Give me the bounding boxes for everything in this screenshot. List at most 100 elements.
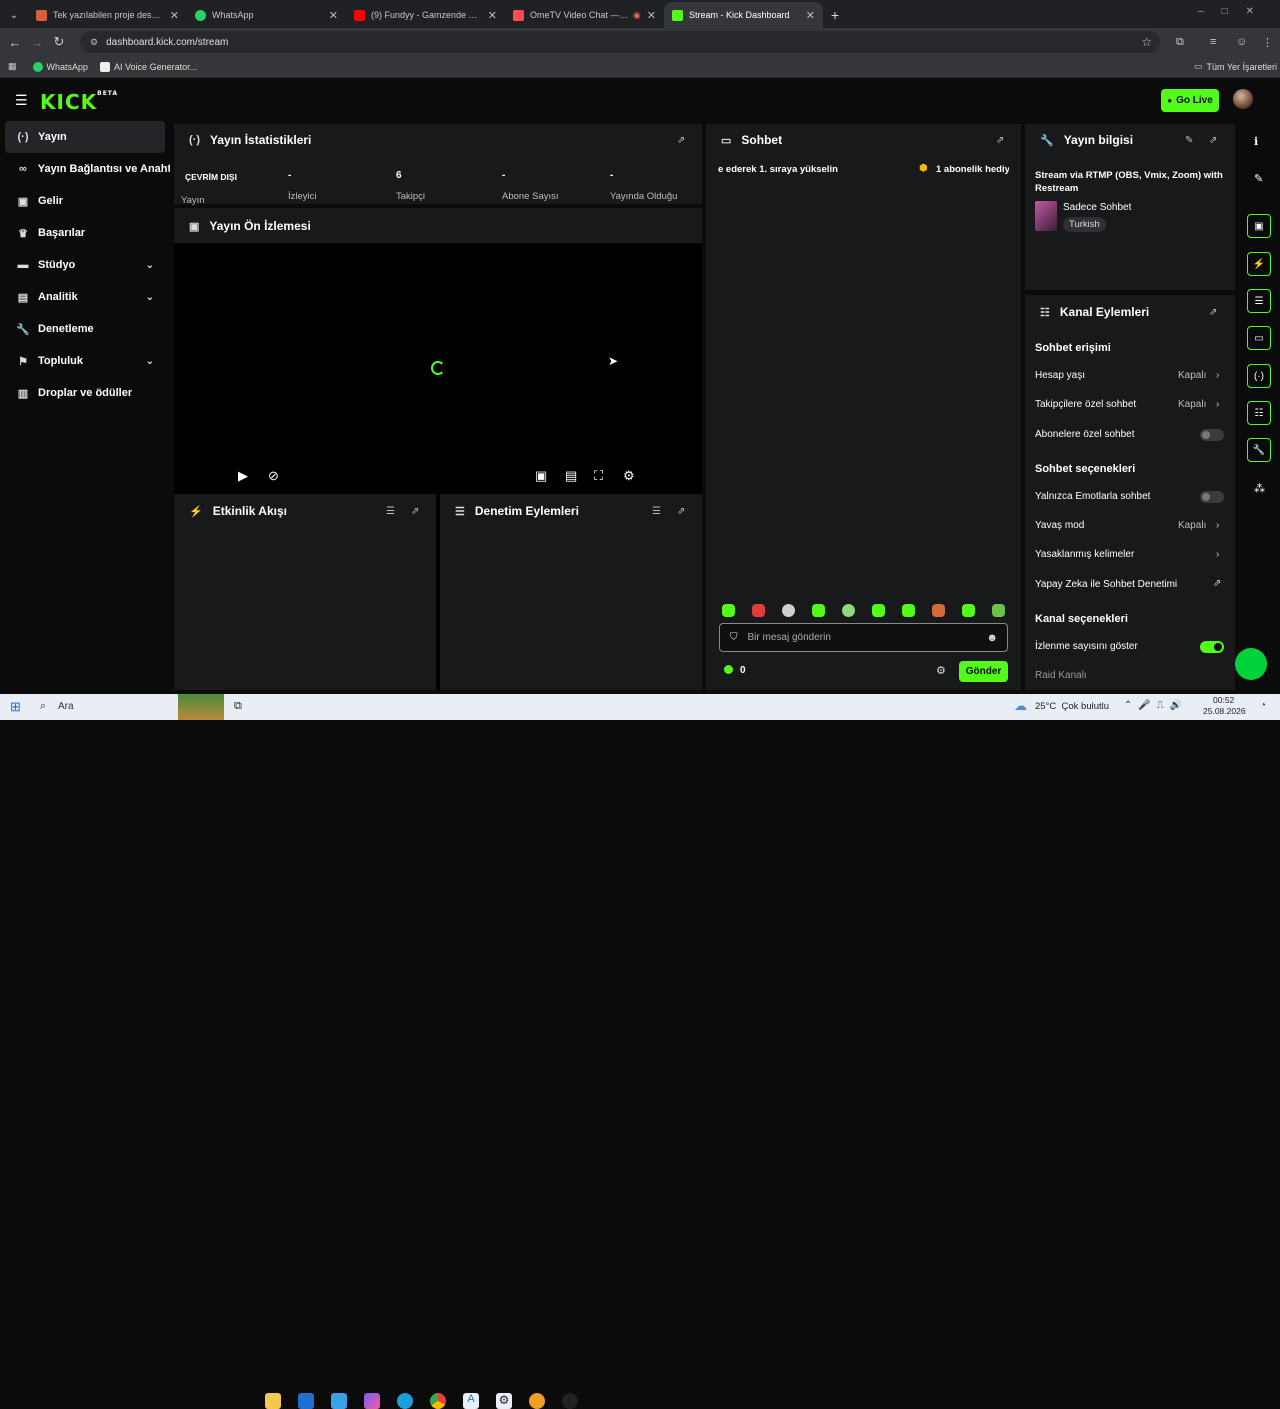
filter-icon[interactable]: ☰: [652, 506, 661, 517]
sidebar-item-achievements[interactable]: ♛ Başarılar: [0, 217, 170, 249]
emote-icon[interactable]: [812, 604, 825, 617]
sidebar-item-analytics[interactable]: ▤ Analitik ⌄: [0, 281, 170, 313]
profile-icon[interactable]: ☺: [1236, 36, 1247, 48]
emote-only-toggle[interactable]: [1200, 491, 1224, 503]
extensions-icon[interactable]: ⧉: [1176, 36, 1184, 49]
back-icon[interactable]: ←: [4, 35, 26, 50]
close-icon[interactable]: ✕: [647, 9, 656, 22]
clock-time[interactable]: 00:52: [1213, 695, 1234, 705]
subs-only-toggle[interactable]: [1200, 429, 1224, 441]
taskbar-search-label[interactable]: Ara: [58, 701, 74, 712]
chevron-right-icon[interactable]: ›: [1216, 399, 1219, 410]
pip-icon[interactable]: ▣: [535, 468, 547, 484]
rail-activity-button[interactable]: ⚡: [1247, 252, 1271, 276]
play-icon[interactable]: ▶: [238, 468, 248, 484]
file-explorer-icon[interactable]: [265, 1393, 281, 1409]
ai-moderation-setting[interactable]: Yapay Zeka ile Sohbet Denetimi: [1035, 579, 1177, 590]
raid-channel-setting[interactable]: Raid Kanalı: [1035, 670, 1087, 681]
chevron-right-icon[interactable]: ›: [1216, 549, 1219, 560]
avatar[interactable]: [1233, 89, 1253, 109]
emote-icon[interactable]: [962, 604, 975, 617]
menu-list-icon[interactable]: ≡: [1210, 36, 1216, 48]
rail-stats-button[interactable]: (·): [1247, 364, 1271, 388]
followers-only-setting[interactable]: Takipçilere özel sohbet: [1035, 399, 1136, 410]
chat-settings-icon[interactable]: ⚙: [936, 664, 946, 677]
rail-channel-actions-button[interactable]: ☷: [1247, 401, 1271, 425]
app-icon[interactable]: A: [463, 1393, 479, 1409]
chevron-right-icon[interactable]: ›: [1216, 370, 1219, 381]
edit-pencil-icon[interactable]: ✎: [1185, 135, 1193, 146]
share-icon[interactable]: ⁂: [1254, 482, 1265, 495]
weather-text[interactable]: 25°C Çok bulutlu: [1035, 701, 1109, 712]
popout-icon[interactable]: ⇗: [1209, 307, 1217, 318]
sidebar-item-stream-key[interactable]: ∞ Yayın Bağlantısı ve Anahtar: [0, 153, 170, 185]
emoji-icon[interactable]: ☻: [986, 632, 998, 644]
emote-icon[interactable]: [932, 604, 945, 617]
sidebar-item-drops[interactable]: ▥ Droplar ve ödüller: [0, 377, 170, 409]
kick-logo[interactable]: KICKBETA: [40, 90, 118, 114]
bookmark-ai-voice[interactable]: AI Voice Generator...: [100, 61, 197, 72]
browser-tab-2[interactable]: WhatsApp ✕: [187, 2, 346, 28]
obs-icon[interactable]: [562, 1393, 578, 1409]
popout-icon[interactable]: ⇗: [1209, 135, 1217, 146]
slow-mode-setting[interactable]: Yavaş mod: [1035, 520, 1084, 531]
bookmark-whatsapp[interactable]: WhatsApp: [32, 61, 88, 72]
popout-icon[interactable]: ⇗: [677, 135, 685, 146]
chevron-right-icon[interactable]: ›: [1216, 520, 1219, 531]
mute-icon[interactable]: ⊘: [268, 468, 279, 484]
edit-pencil-icon[interactable]: ✎: [1254, 172, 1263, 185]
bookmark-star-icon[interactable]: ☆: [1141, 35, 1152, 49]
show-viewcount-toggle[interactable]: [1200, 641, 1224, 653]
floating-action-button[interactable]: [1235, 648, 1267, 680]
copilot-icon[interactable]: [364, 1393, 380, 1409]
search-icon[interactable]: ⌕: [40, 700, 46, 713]
popout-icon[interactable]: ⇗: [677, 506, 685, 517]
site-info-icon[interactable]: ⚙: [90, 37, 98, 48]
new-tab-button[interactable]: +: [823, 2, 847, 28]
close-icon[interactable]: ✕: [488, 9, 497, 22]
category-thumbnail[interactable]: [1035, 201, 1057, 231]
rail-chat-button[interactable]: ▭: [1247, 326, 1271, 350]
url-field[interactable]: ⚙ dashboard.kick.com/stream ☆: [80, 31, 1160, 53]
send-button[interactable]: Gönder: [959, 661, 1008, 682]
task-view-icon[interactable]: ⧉: [234, 700, 242, 713]
rail-moderation-button[interactable]: ☰: [1247, 289, 1271, 313]
emote-icon[interactable]: [992, 604, 1005, 617]
emote-icon[interactable]: [752, 604, 765, 617]
settings-gear-icon[interactable]: ⚙: [496, 1393, 512, 1409]
store-icon[interactable]: [298, 1393, 314, 1409]
emote-icon[interactable]: [902, 604, 915, 617]
window-controls[interactable]: –□✕: [1198, 6, 1272, 17]
reload-icon[interactable]: ↻: [48, 34, 70, 50]
emote-icon[interactable]: [872, 604, 885, 617]
emote-icon[interactable]: [842, 604, 855, 617]
emote-icon[interactable]: [782, 604, 795, 617]
tab-search-icon[interactable]: ⌄: [0, 2, 28, 28]
browser-tab-3[interactable]: (9) Fundyy - Gamzende Uyut B ✕: [346, 2, 505, 28]
rail-preview-button[interactable]: ▣: [1247, 214, 1271, 238]
audio-app-icon[interactable]: [529, 1393, 545, 1409]
close-icon[interactable]: ✕: [806, 9, 815, 22]
system-tray-icons[interactable]: ⌃🎤⎍🔊: [1124, 700, 1188, 711]
filter-icon[interactable]: ☰: [386, 506, 395, 517]
forward-icon[interactable]: →: [26, 35, 48, 50]
account-age-setting[interactable]: Hesap yaşı: [1035, 370, 1085, 381]
browser-tab-4[interactable]: OmeTV Video Chat — Ome◉ ✕: [505, 2, 664, 28]
browser-tab-1[interactable]: Tek yazılabilen proje deseni - C ✕: [28, 2, 187, 28]
sidebar-item-stream[interactable]: (·) Yayın: [5, 121, 165, 153]
stream-category[interactable]: Sadece Sohbet: [1063, 202, 1131, 213]
hamburger-menu-icon[interactable]: ☰: [15, 92, 28, 109]
info-icon[interactable]: ℹ: [1254, 135, 1258, 148]
close-icon[interactable]: ✕: [170, 9, 179, 22]
external-link-icon[interactable]: ⇗: [1213, 578, 1221, 589]
popout-icon[interactable]: ⇗: [411, 506, 419, 517]
mail-icon[interactable]: [331, 1393, 347, 1409]
close-icon[interactable]: ✕: [329, 9, 338, 22]
more-icon[interactable]: ⋮: [1262, 36, 1273, 49]
settings-gear-icon[interactable]: ⚙: [623, 468, 635, 484]
windows-start-icon[interactable]: ⊞: [10, 699, 21, 715]
theater-icon[interactable]: ▤: [565, 468, 577, 484]
apps-grid-icon[interactable]: ▦: [8, 61, 17, 72]
notifications-icon[interactable]: ◔: [1260, 700, 1266, 711]
sidebar-item-community[interactable]: ⚑ Topluluk ⌄: [0, 345, 170, 377]
